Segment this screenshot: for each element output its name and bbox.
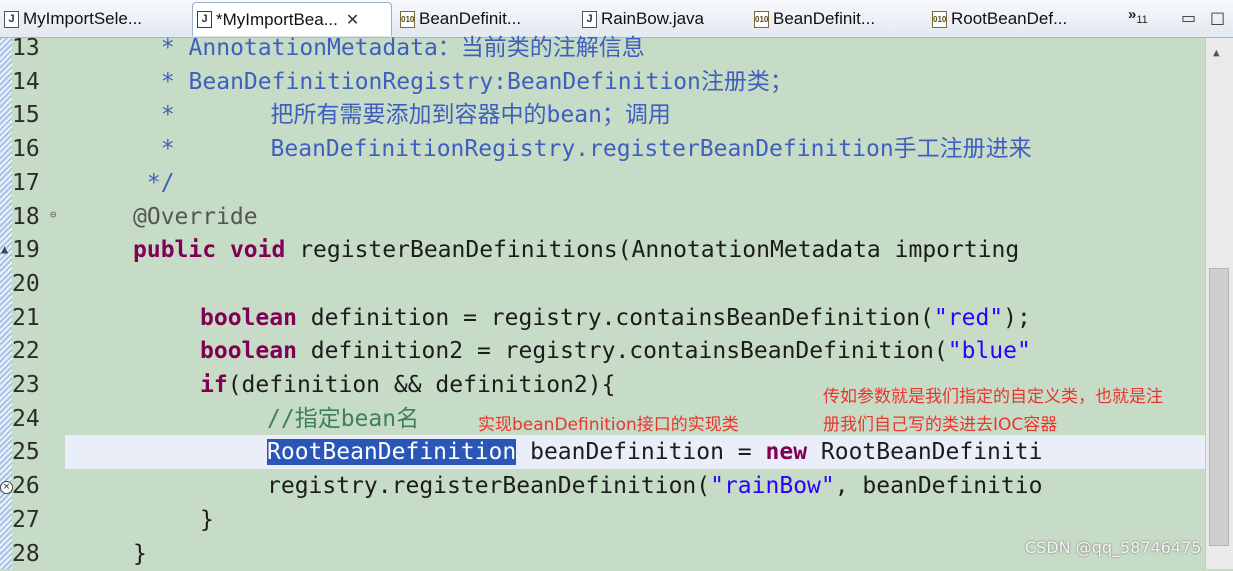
- tab-label: MyImportSele...: [23, 9, 142, 29]
- fold-collapse-icon[interactable]: ⊖: [50, 208, 57, 221]
- line-number: 13: [12, 32, 52, 66]
- java-file-error-icon: J: [197, 11, 212, 28]
- maximize-icon[interactable]: □: [1210, 8, 1225, 27]
- line-number: 21: [12, 302, 52, 336]
- tab-beandefinition-2[interactable]: 010 BeanDefinit...: [754, 2, 924, 36]
- tab-myimportbeandefinitionregistrar[interactable]: J *MyImportBea... ✕: [192, 2, 392, 36]
- tab-label: RootBeanDef...: [951, 9, 1067, 29]
- class-file-icon: 010: [932, 11, 947, 28]
- tab-rainbow-java[interactable]: J RainBow.java: [582, 2, 742, 36]
- class-file-icon: 010: [400, 11, 415, 28]
- line-number: 27: [12, 504, 52, 538]
- tab-beandefinition-1[interactable]: 010 BeanDefinit...: [400, 2, 570, 36]
- minimize-icon[interactable]: ▭: [1181, 8, 1196, 27]
- code-line: @Override: [65, 201, 1205, 235]
- code-line: boolean definition2 = registry.containsB…: [65, 335, 1205, 369]
- code-line: registry.registerBeanDefinition("rainBow…: [65, 470, 1205, 504]
- line-number: 20: [12, 268, 52, 302]
- java-file-icon: J: [4, 11, 19, 28]
- line-number: 26: [12, 470, 52, 504]
- tab-myimportselector[interactable]: J MyImportSele...: [4, 2, 190, 36]
- tab-rootbeandefinition[interactable]: 010 RootBeanDef...: [932, 2, 1112, 36]
- scrollbar-thumb[interactable]: [1209, 268, 1229, 546]
- line-number: 14: [12, 66, 52, 100]
- override-marker-icon: ▲: [1, 242, 8, 256]
- line-number: 19: [12, 234, 52, 268]
- line-number: 23: [12, 369, 52, 403]
- error-marker-icon[interactable]: ×: [0, 481, 13, 494]
- code-line: * AnnotationMetadata：当前类的注解信息: [65, 32, 1205, 66]
- code-line: */: [65, 167, 1205, 201]
- tab-label: RainBow.java: [601, 9, 704, 29]
- code-line: RootBeanDefinition beanDefinition = new …: [65, 436, 1205, 470]
- java-file-icon: J: [582, 11, 597, 28]
- annotation-param-note-1: 传如参数就是我们指定的自定义类，也就是注: [823, 382, 1163, 407]
- tab-label: *MyImportBea...: [216, 10, 338, 30]
- code-line: }: [65, 504, 1205, 538]
- line-number: 25: [12, 436, 52, 470]
- code-line: boolean definition = registry.containsBe…: [65, 302, 1205, 336]
- tab-label: BeanDefinit...: [773, 9, 875, 29]
- tab-overflow-count: 11: [1136, 14, 1147, 26]
- scroll-up-icon[interactable]: ▲: [1213, 46, 1220, 59]
- line-number: 18: [12, 201, 52, 235]
- annotation-param-note-2: 册我们自己写的类进去IOC容器: [823, 410, 1057, 435]
- watermark: CSDN @qq_58746475: [1025, 538, 1201, 557]
- close-icon[interactable]: ✕: [346, 10, 359, 30]
- code-line: * BeanDefinitionRegistry:BeanDefinition注…: [65, 66, 1205, 100]
- annotation-impl-note: 实现beanDefinition接口的实现类: [478, 410, 739, 435]
- code-line: * 把所有需要添加到容器中的bean；调用: [65, 99, 1205, 133]
- code-line: public void registerBeanDefinitions(Anno…: [65, 234, 1205, 268]
- line-number: 17: [12, 167, 52, 201]
- line-number: 28: [12, 538, 52, 571]
- line-number: 24: [12, 403, 52, 437]
- vertical-scrollbar[interactable]: ▲: [1205, 38, 1233, 569]
- line-number: 15: [12, 99, 52, 133]
- selected-text[interactable]: RootBeanDefinition: [267, 439, 516, 465]
- line-number: 22: [12, 335, 52, 369]
- tab-overflow-button[interactable]: »11: [1128, 6, 1148, 26]
- line-number: 16: [12, 133, 52, 167]
- code-line: * BeanDefinitionRegistry.registerBeanDef…: [65, 133, 1205, 167]
- tab-label: BeanDefinit...: [419, 9, 521, 29]
- class-file-icon: 010: [754, 11, 769, 28]
